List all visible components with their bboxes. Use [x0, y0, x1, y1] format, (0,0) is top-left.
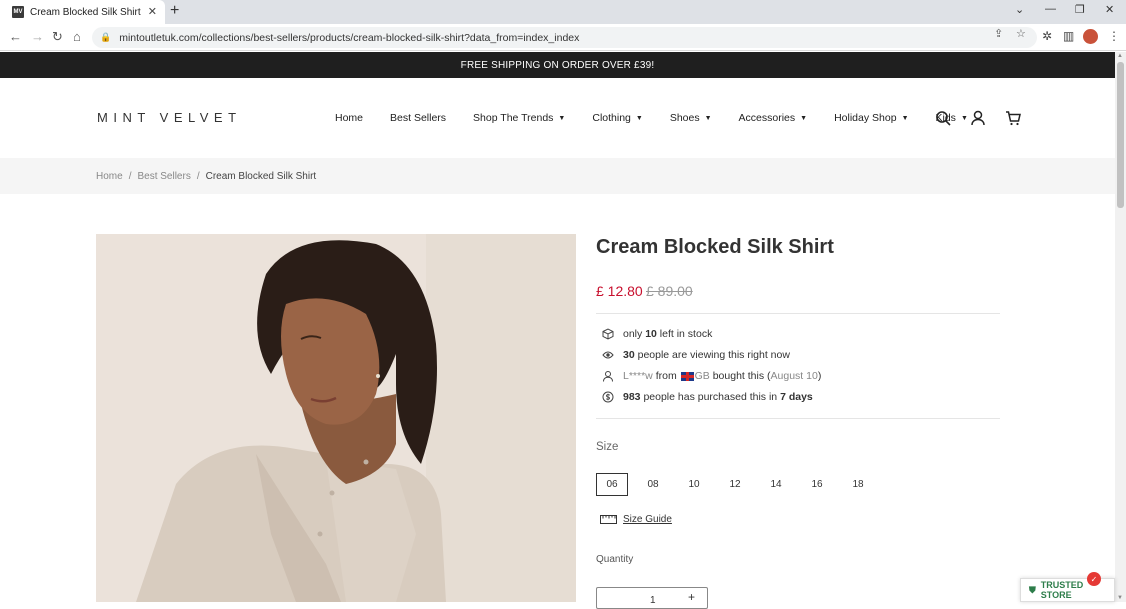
size-option-18[interactable]: 18	[842, 473, 874, 496]
sale-price: £ 12.80	[596, 283, 643, 299]
box-icon	[602, 328, 614, 340]
url-text[interactable]: mintoutletuk.com/collections/best-seller…	[119, 32, 579, 44]
size-option-16[interactable]: 16	[801, 473, 833, 496]
uk-flag-icon	[680, 371, 694, 381]
scroll-thumb[interactable]	[1117, 62, 1124, 208]
browser-tab-bar: MV Cream Blocked Silk Shirt ✕ + ⌄ — ❐ ✕	[0, 0, 1126, 24]
breadcrumb-bar: Home / Best Sellers / Cream Blocked Silk…	[0, 158, 1115, 194]
extensions-icon[interactable]: ✲	[1042, 29, 1052, 43]
minimize-icon[interactable]: —	[1045, 3, 1056, 15]
shield-icon: ⛊	[1029, 584, 1036, 595]
quantity-label: Quantity	[596, 554, 634, 565]
scroll-up-icon[interactable]: ▲	[1117, 53, 1123, 59]
size-option-10[interactable]: 10	[678, 473, 710, 496]
browser-menu-icon[interactable]: ⋮	[1108, 29, 1120, 43]
breadcrumb-current: Cream Blocked Silk Shirt	[205, 171, 317, 182]
browser-toolbar: ← → ↻ ⌂ 🔒 mintoutletuk.com/collections/b…	[0, 24, 1126, 51]
promo-bar: FREE SHIPPING ON ORDER OVER £39!	[0, 52, 1115, 78]
size-guide-link[interactable]: Size Guide	[600, 513, 672, 525]
forward-icon[interactable]: →	[31, 29, 44, 44]
site-logo[interactable]: MINT VELVET	[97, 110, 242, 125]
viewing-info: 30 people are viewing this right now	[602, 349, 790, 361]
chevron-down-icon: ▼	[960, 114, 968, 122]
account-icon[interactable]	[970, 110, 986, 126]
divider	[596, 313, 1000, 314]
page-scrollbar[interactable]: ▲ ▼	[1115, 52, 1126, 602]
nav-item-accessories[interactable]: Accessories ▼	[739, 112, 808, 124]
size-label: Size	[596, 441, 619, 453]
breadcrumb-separator: /	[196, 171, 200, 182]
size-option-14[interactable]: 14	[760, 473, 792, 496]
close-window-icon[interactable]: ✕	[1105, 3, 1114, 16]
cart-icon[interactable]	[1005, 110, 1021, 126]
chevron-down-icon: ▼	[635, 114, 643, 122]
product-photo	[96, 234, 576, 602]
original-price: £ 89.00	[646, 283, 693, 299]
product-title: Cream Blocked Silk Shirt	[596, 236, 834, 258]
quantity-value[interactable]: 1	[650, 595, 656, 606]
size-option-08[interactable]: 08	[637, 473, 669, 496]
tab-title: Cream Blocked Silk Shirt	[30, 6, 141, 18]
browser-tab[interactable]: MV Cream Blocked Silk Shirt ✕	[0, 0, 165, 24]
restore-icon[interactable]: ❐	[1075, 3, 1085, 16]
search-icon[interactable]	[935, 110, 951, 126]
nav-item-best-sellers[interactable]: Best Sellers	[390, 112, 446, 124]
chevron-down-icon: ▼	[901, 114, 909, 122]
nav-item-shoes[interactable]: Shoes ▼	[670, 112, 712, 124]
share-icon[interactable]: ⇪	[994, 27, 1003, 40]
tab-search-icon[interactable]: ⌄	[1015, 3, 1024, 16]
reload-icon[interactable]: ↻	[52, 29, 63, 45]
bookmark-star-icon[interactable]: ☆	[1016, 27, 1026, 40]
trusted-store-badge[interactable]: ⛊ TRUSTED STORE	[1020, 578, 1115, 602]
new-tab-icon[interactable]: +	[170, 2, 179, 20]
nav-item-clothing[interactable]: Clothing ▼	[592, 112, 642, 124]
product-image[interactable]	[96, 234, 576, 602]
nav-item-home[interactable]: Home	[335, 112, 363, 124]
breadcrumb-separator: /	[128, 171, 132, 182]
eye-icon	[602, 351, 614, 359]
main-nav: Home Best Sellers Shop The Trends ▼ Cloth…	[335, 112, 968, 124]
lock-icon[interactable]: 🔒	[100, 32, 111, 43]
scroll-down-icon[interactable]: ▼	[1117, 595, 1123, 601]
site-favicon-icon: MV	[12, 6, 24, 18]
trusted-badge-check-icon[interactable]: ✓	[1087, 572, 1101, 586]
breadcrumb-home[interactable]: Home	[96, 171, 123, 182]
chevron-down-icon: ▼	[800, 114, 808, 122]
purchased-count-info: 983 people has purchased this in 7 days	[602, 391, 813, 403]
side-panel-icon[interactable]: ▥	[1063, 29, 1074, 43]
coin-icon	[602, 391, 614, 403]
nav-item-shop-the-trends[interactable]: Shop The Trends ▼	[473, 112, 565, 124]
stock-info: only 10 left in stock	[602, 328, 712, 340]
breadcrumb-best-sellers[interactable]: Best Sellers	[137, 171, 190, 182]
home-icon[interactable]: ⌂	[73, 29, 81, 44]
profile-avatar[interactable]	[1083, 29, 1098, 44]
recent-purchase-info: L****w from GB bought this (August 10)	[602, 370, 821, 382]
size-option-06[interactable]: 06	[596, 473, 628, 496]
ruler-icon	[600, 515, 617, 524]
divider	[596, 418, 1000, 419]
address-bar[interactable]: 🔒 mintoutletuk.com/collections/best-sell…	[92, 27, 1037, 48]
user-icon	[603, 371, 613, 382]
tab-close-icon[interactable]: ✕	[148, 5, 157, 18]
back-icon[interactable]: ←	[9, 29, 22, 44]
size-option-12[interactable]: 12	[719, 473, 751, 496]
breadcrumb: Home / Best Sellers / Cream Blocked Silk…	[96, 171, 316, 182]
chevron-down-icon: ▼	[558, 114, 566, 122]
chevron-down-icon: ▼	[704, 114, 712, 122]
nav-item-holiday-shop[interactable]: Holiday Shop ▼	[834, 112, 908, 124]
